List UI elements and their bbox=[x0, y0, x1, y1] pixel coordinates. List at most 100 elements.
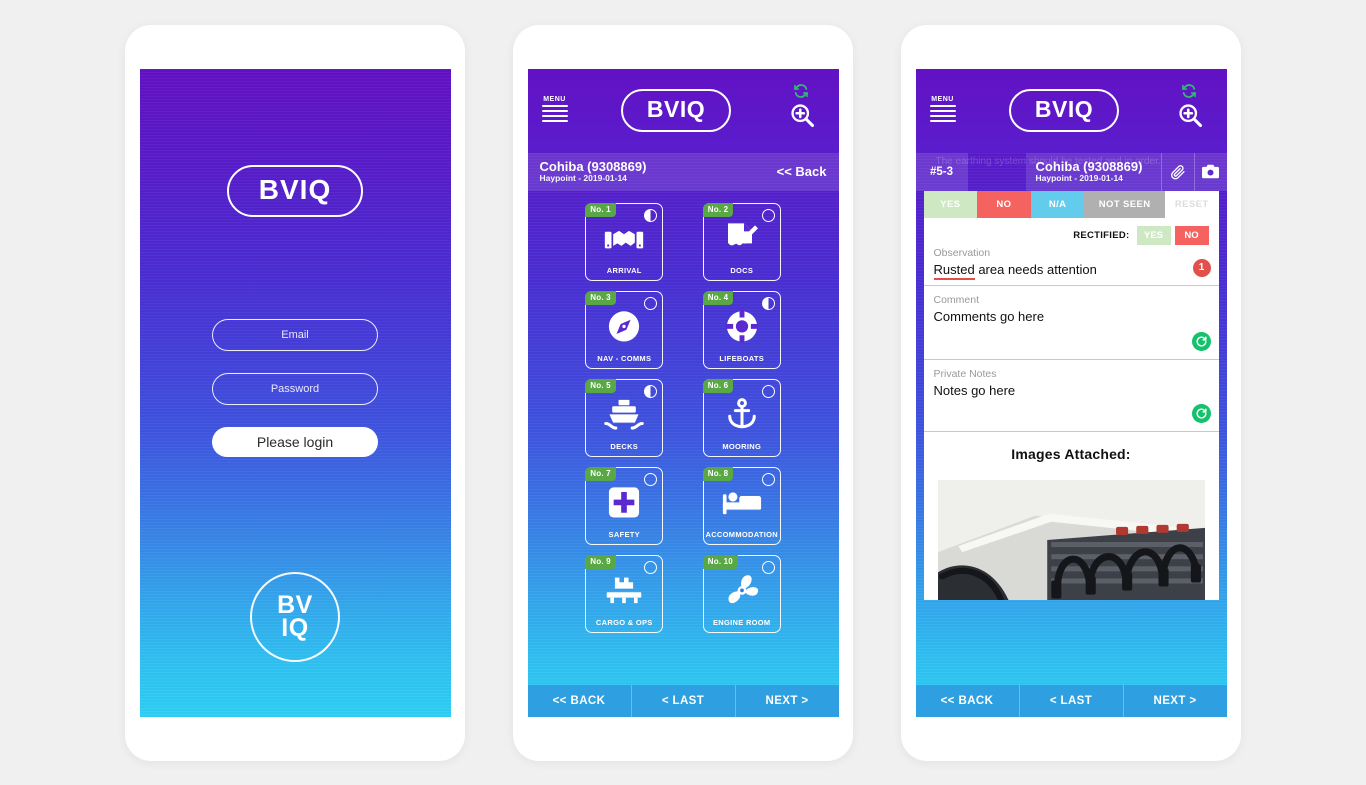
bottom-navigation: << BACK < LAST NEXT > bbox=[527, 684, 839, 717]
menu-button[interactable]: MENU bbox=[541, 96, 568, 125]
section-tile-lifeboats[interactable]: No. 4 LIFEBOATS bbox=[702, 290, 781, 369]
nav-back-button[interactable]: << BACK bbox=[916, 684, 1020, 717]
rectified-no-button[interactable]: NO bbox=[1174, 225, 1209, 245]
nav-last-button[interactable]: < LAST bbox=[1020, 684, 1124, 717]
observation-count-badge: 1 bbox=[1192, 258, 1211, 277]
tile-number: No. 3 bbox=[585, 290, 616, 305]
nav-last-button[interactable]: < LAST bbox=[632, 684, 736, 717]
misspelled-word: Rusted bbox=[933, 262, 975, 281]
tile-number: No. 10 bbox=[702, 554, 738, 569]
comment-value[interactable]: Comments go here bbox=[934, 308, 1209, 327]
answer-reset-button[interactable]: RESET bbox=[1164, 190, 1219, 218]
ship-icon bbox=[603, 396, 645, 432]
tile-status-indicator bbox=[761, 384, 775, 398]
header-logo: BVIQ bbox=[574, 89, 779, 132]
email-field[interactable] bbox=[212, 318, 378, 351]
attached-photo-battery-bank[interactable] bbox=[937, 479, 1205, 600]
observation-value[interactable]: Rusted area needs attention bbox=[933, 261, 1209, 281]
back-link[interactable]: << Back bbox=[777, 164, 827, 179]
password-field[interactable] bbox=[212, 372, 378, 405]
refresh-icon[interactable] bbox=[1181, 83, 1197, 104]
nav-next-button[interactable]: NEXT > bbox=[736, 685, 839, 717]
section-tile-nav-comms[interactable]: No. 3 NAV - COMMS bbox=[585, 290, 664, 369]
vessel-subtitle: Haypoint - 2019-01-14 bbox=[539, 173, 627, 184]
images-attached-card: Images Attached: bbox=[923, 431, 1219, 600]
private-notes-card: Private Notes Notes go here bbox=[923, 359, 1219, 432]
comment-label: Comment bbox=[933, 293, 980, 306]
tile-status-indicator bbox=[644, 560, 658, 574]
screenshot-stage: BVIQ Please login BV IQ MENU BVIQ bbox=[0, 0, 1366, 785]
nav-next-button[interactable]: NEXT > bbox=[1124, 685, 1227, 717]
tile-label: ENGINE ROOM bbox=[713, 618, 771, 627]
camera-icon[interactable] bbox=[1193, 152, 1227, 191]
refresh-icon[interactable] bbox=[793, 83, 809, 104]
answer-yes-button[interactable]: YES bbox=[923, 190, 978, 218]
header-actions bbox=[1167, 79, 1213, 143]
header-actions bbox=[779, 79, 825, 143]
header-logo: BVIQ bbox=[962, 89, 1167, 132]
images-attached-title: Images Attached: bbox=[1011, 445, 1131, 462]
menu-label: MENU bbox=[543, 96, 566, 103]
tile-number: No. 6 bbox=[702, 378, 734, 393]
tile-status-indicator bbox=[644, 208, 658, 222]
section-tile-cargo-ops[interactable]: No. 9 CARGO & OPS bbox=[585, 554, 664, 633]
section-tile-mooring[interactable]: No. 6 MOORING bbox=[702, 378, 781, 457]
tile-number: No. 2 bbox=[702, 202, 734, 217]
app-header: MENU BVIQ bbox=[527, 68, 839, 153]
phone-mockup-login: BVIQ Please login BV IQ bbox=[125, 24, 465, 761]
header-logo-text: BVIQ bbox=[1008, 89, 1120, 132]
section-tile-arrival[interactable]: No. 1 ARRIVAL bbox=[585, 202, 664, 281]
answer-na-button[interactable]: N/A bbox=[1030, 190, 1085, 218]
tile-number: No. 7 bbox=[585, 466, 616, 481]
rectified-yes-button[interactable]: YES bbox=[1136, 225, 1171, 245]
document-signature-icon bbox=[721, 220, 763, 256]
first-aid-icon bbox=[603, 484, 645, 520]
login-button[interactable]: Please login bbox=[212, 426, 378, 457]
grammar-check-icon[interactable] bbox=[1191, 403, 1211, 423]
hamburger-icon bbox=[541, 105, 568, 125]
tile-label: ACCOMMODATION bbox=[705, 530, 778, 539]
nav-back-button[interactable]: << BACK bbox=[528, 684, 632, 717]
propeller-icon bbox=[721, 572, 763, 608]
menu-button[interactable]: MENU bbox=[929, 96, 956, 125]
answer-button-row: YES NO N/A NOT SEEN RESET bbox=[923, 190, 1219, 218]
zoom-in-icon[interactable] bbox=[788, 101, 816, 134]
detail-bar: #5-3 Cohiba (9308869) Haypoint - 2019-01… bbox=[915, 152, 1227, 191]
paperclip-icon[interactable] bbox=[1160, 152, 1194, 191]
private-notes-value[interactable]: Notes go here bbox=[934, 382, 1209, 401]
section-tile-safety[interactable]: No. 7 SAFETY bbox=[585, 466, 664, 545]
bviq-pill-logo: BVIQ bbox=[226, 164, 364, 217]
hamburger-icon bbox=[929, 105, 956, 125]
tile-number: No. 8 bbox=[702, 466, 734, 481]
rectified-row: RECTIFIED: YES NO bbox=[934, 225, 1209, 245]
tile-status-indicator bbox=[644, 384, 658, 398]
section-tile-docs[interactable]: No. 2 DOCS bbox=[702, 202, 781, 281]
observation-card: RECTIFIED: YES NO Observation Rusted are… bbox=[923, 217, 1219, 286]
menu-label: MENU bbox=[931, 96, 954, 103]
phone-mockup-inspection-detail: MENU BVIQ The earthing system should be … bbox=[901, 24, 1241, 761]
tile-number: No. 9 bbox=[585, 554, 616, 569]
bed-icon bbox=[721, 484, 763, 520]
tile-label: DOCS bbox=[730, 266, 754, 275]
vessel-bar: Cohiba (9308869) Haypoint - 2019-01-14 <… bbox=[527, 152, 839, 191]
section-tile-accommodation[interactable]: No. 8 ACCOMMODATION bbox=[702, 466, 781, 545]
tile-label: DECKS bbox=[610, 442, 639, 451]
tile-status-indicator bbox=[644, 472, 658, 486]
zoom-in-icon[interactable] bbox=[1176, 101, 1204, 134]
tile-number: No. 4 bbox=[702, 290, 734, 305]
observation-label: Observation bbox=[933, 246, 991, 259]
section-tile-decks[interactable]: No. 5 DECKS bbox=[585, 378, 664, 457]
answer-no-button[interactable]: NO bbox=[977, 190, 1031, 218]
circle-logo-line-2: IQ bbox=[281, 613, 309, 642]
tile-label: MOORING bbox=[722, 442, 762, 451]
tile-label: SAFETY bbox=[608, 530, 640, 539]
tile-label: LIFEBOATS bbox=[719, 354, 765, 363]
section-tile-engine-room[interactable]: No. 10 ENGINE ROOM bbox=[702, 554, 781, 633]
inspection-detail-screen: MENU BVIQ The earthing system should be … bbox=[915, 68, 1227, 717]
grammar-check-icon[interactable] bbox=[1191, 331, 1211, 351]
answer-not-seen-button[interactable]: NOT SEEN bbox=[1084, 190, 1165, 218]
tile-number: No. 1 bbox=[585, 202, 616, 217]
tile-status-indicator bbox=[761, 208, 775, 222]
tile-status-indicator bbox=[644, 296, 658, 310]
vessel-name: Cohiba (9308869) bbox=[539, 158, 647, 174]
